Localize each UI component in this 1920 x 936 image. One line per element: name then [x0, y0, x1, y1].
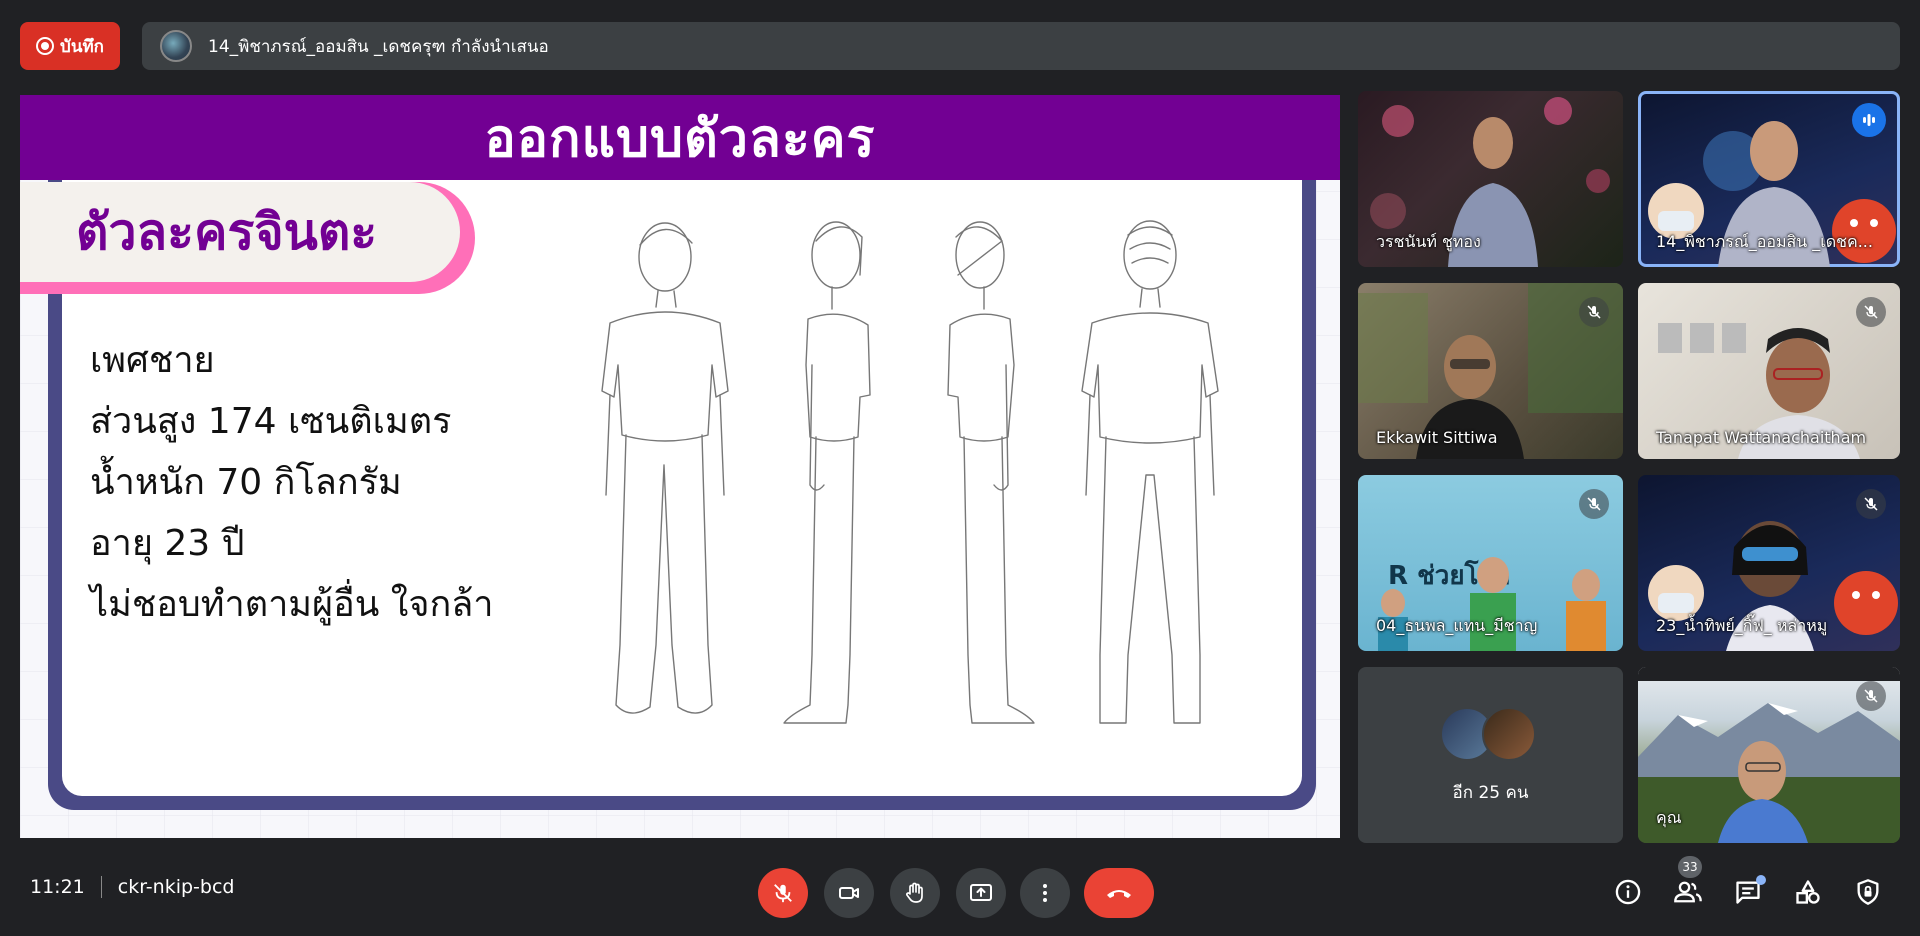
top-bar: บันทึก 14_พิชาภรณ์_ออมสิน _เดชครุฑ กำลัง… — [0, 0, 1920, 90]
present-now-button[interactable] — [956, 868, 1006, 918]
end-call-icon — [1107, 890, 1131, 898]
character-name: ตัวละครจินตะ — [76, 202, 378, 261]
people-icon — [1674, 881, 1702, 903]
raise-hand-button[interactable] — [890, 868, 940, 918]
meeting-info: 11:21 ckr-nkip-bcd — [30, 876, 234, 898]
presenting-banner: 14_พิชาภรณ์_ออมสิน _เดชครุฑ กำลังนำเสนอ — [142, 22, 1900, 70]
record-label: บันทึก — [60, 36, 104, 57]
raise-hand-icon — [906, 882, 923, 903]
participant-name: Tanapat Wattanachaitham — [1656, 428, 1867, 447]
character-name-tab: ตัวละครจินตะ — [20, 182, 460, 282]
mic-off-icon — [1587, 305, 1601, 319]
speaking-indicator — [1852, 103, 1886, 137]
record-icon — [36, 37, 55, 55]
divider — [100, 876, 102, 898]
mic-off-icon — [1864, 689, 1878, 703]
muted-indicator — [1856, 489, 1886, 519]
muted-indicator — [1579, 297, 1609, 327]
participant-name: 14_พิชาภรณ์_ออมสิน _เดชค... — [1656, 232, 1873, 251]
camera-toggle-button[interactable] — [824, 868, 874, 918]
participant-tile[interactable]: R ช่วยโลก 04_ธนพล_แทน_มีชาญ — [1358, 475, 1623, 651]
speaking-icon — [1863, 114, 1875, 126]
participant-tile-presenter[interactable]: 14_พิชาภรณ์_ออมสิน _เดชค... — [1638, 91, 1900, 267]
other-participant-avatar — [1482, 707, 1536, 761]
clock: 11:21 — [30, 876, 85, 898]
activities-button[interactable] — [1788, 872, 1828, 912]
muted-indicator — [1579, 489, 1609, 519]
self-tile[interactable]: คุณ — [1638, 667, 1900, 843]
participant-name: 04_ธนพล_แทน_มีชาญ — [1376, 616, 1538, 635]
mic-off-icon — [774, 884, 792, 903]
detail-line: ส่วนสูง 174 เซนติเมตร — [90, 401, 452, 442]
info-icon — [1615, 879, 1641, 905]
people-button[interactable] — [1668, 872, 1708, 912]
slide-title: ออกแบบตัวละคร — [484, 109, 876, 169]
participant-tile[interactable]: 23_น้ำทิพย์_กิ๊ฟ_ หล่าหมู — [1638, 475, 1900, 651]
mic-off-icon — [1587, 497, 1601, 511]
camera-icon — [839, 887, 859, 899]
mic-toggle-button[interactable] — [758, 868, 808, 918]
participant-tile[interactable]: Tanapat Wattanachaitham — [1638, 283, 1900, 459]
muted-indicator — [1856, 297, 1886, 327]
host-controls-icon — [1857, 879, 1879, 905]
participant-tile[interactable]: Ekkawit Sittiwa — [1358, 283, 1623, 459]
participant-name: Ekkawit Sittiwa — [1376, 428, 1498, 447]
meeting-code: ckr-nkip-bcd — [117, 876, 235, 898]
character-turnaround-sketch — [601, 220, 1219, 724]
participant-name: วรชนันท์ ชูทอง — [1376, 232, 1481, 251]
detail-line: ไม่ชอบทำตามผู้อื่น ใจกล้า — [90, 584, 494, 625]
detail-line: เพศชาย — [90, 340, 215, 381]
host-controls-button[interactable] — [1848, 872, 1888, 912]
presenting-text: 14_พิชาภรณ์_ออมสิน _เดชครุฑ กำลังนำเสนอ — [208, 36, 549, 57]
shared-screen: ออกแบบตัวละคร ตัวละครจินตะ เพศชาย ส่วนสู… — [20, 95, 1340, 838]
detail-line: น้ำหนัก 70 กิโลกรัม — [90, 462, 402, 503]
character-details: เพศชาย ส่วนสูง 174 เซนติเมตร น้ำหนัก 70 … — [90, 330, 494, 635]
chat-unread-dot — [1756, 875, 1766, 885]
presenter-avatar — [160, 30, 192, 62]
more-options-icon — [1043, 884, 1047, 902]
record-button[interactable]: บันทึก — [20, 22, 120, 70]
more-options-button[interactable] — [1020, 868, 1070, 918]
leave-call-button[interactable] — [1084, 868, 1154, 918]
meeting-details-button[interactable] — [1608, 872, 1648, 912]
participant-tile[interactable]: วรชนันท์ ชูทอง — [1358, 91, 1623, 267]
bottom-bar: 11:21 ckr-nkip-bcd 33 — [0, 856, 1920, 936]
detail-line: อายุ 23 ปี — [90, 523, 245, 564]
present-icon — [970, 884, 992, 901]
activities-icon — [1796, 880, 1820, 904]
mic-off-icon — [1864, 497, 1878, 511]
participant-name: 23_น้ำทิพย์_กิ๊ฟ_ หล่าหมู — [1656, 616, 1828, 635]
mic-off-icon — [1864, 305, 1878, 319]
slide-header: ออกแบบตัวละคร — [20, 95, 1340, 180]
others-count: อีก 25 คน — [1452, 783, 1529, 803]
others-tile[interactable]: อีก 25 คน — [1358, 667, 1623, 843]
participant-name: คุณ — [1656, 808, 1682, 827]
participant-count-badge: 33 — [1678, 856, 1702, 878]
muted-indicator — [1856, 681, 1886, 711]
